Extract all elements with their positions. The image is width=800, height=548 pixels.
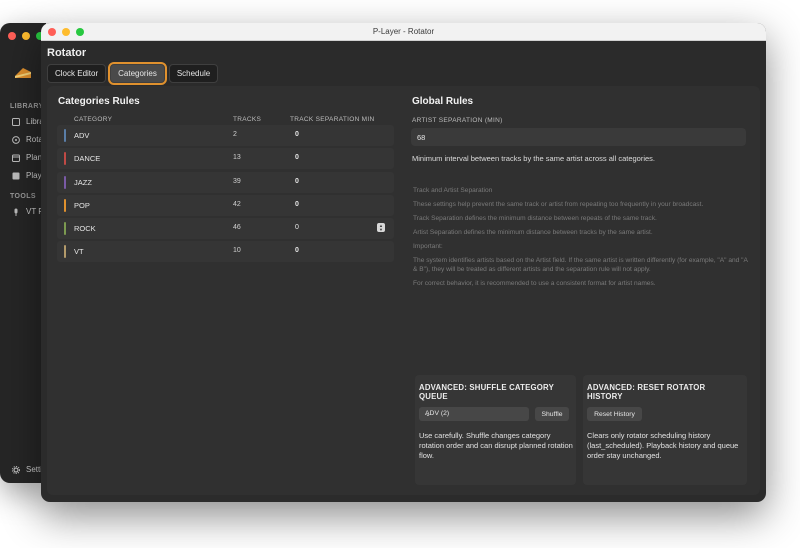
category-name: DANCE — [74, 154, 101, 164]
title-bar: P-Layer - Rotator — [41, 23, 766, 41]
tab-schedule[interactable]: Schedule — [168, 64, 219, 83]
sidebar-item-library[interactable]: Libra — [12, 117, 44, 126]
app-logo-icon — [15, 68, 31, 78]
separation-input[interactable]: 0 — [295, 131, 299, 138]
shuffle-card-title: ADVANCED: SHUFFLE CATEGORY QUEUE — [419, 383, 554, 401]
gear-icon — [12, 465, 20, 474]
category-color-bar — [64, 129, 66, 142]
info-heading: Track and Artist Separation — [413, 187, 493, 194]
reset-card: ADVANCED: RESET ROTATOR HISTORY Reset Hi… — [583, 375, 747, 485]
info-paragraph: Track Separation defines the minimum dis… — [413, 215, 657, 223]
column-header-tracks: TRACKS — [233, 116, 262, 123]
category-row-adv[interactable]: ADV 2 0 — [57, 125, 394, 146]
sidebar-item-label: Plan — [26, 153, 43, 162]
planner-icon — [12, 154, 20, 162]
info-paragraph: The system identifies artists based on t… — [413, 257, 748, 274]
tab-bar: Clock Editor Categories Schedule — [47, 62, 219, 85]
global-rules-title: Global Rules — [412, 96, 474, 107]
library-icon — [12, 117, 20, 126]
separation-input[interactable]: 0 — [295, 178, 299, 185]
shuffle-card: ADVANCED: SHUFFLE CATEGORY QUEUE ADV (2)… — [415, 375, 576, 485]
category-color-bar — [64, 245, 66, 259]
minimize-button[interactable] — [22, 32, 30, 40]
sidebar-item-rotator[interactable]: Rota — [12, 135, 43, 144]
artist-separation-value: 68 — [417, 133, 426, 142]
reset-history-button[interactable]: Reset History — [587, 407, 642, 421]
page-title: Rotator — [47, 47, 87, 59]
category-row-dance[interactable]: DANCE 13 0 — [57, 148, 394, 170]
shuffle-card-text: Use carefully. Shuffle changes category … — [419, 431, 573, 460]
info-important: Important: — [413, 243, 443, 251]
sidebar-item-label: Setti — [26, 465, 43, 474]
separation-input[interactable]: 0 — [295, 154, 299, 161]
sidebar-item-vt[interactable]: VT R — [12, 207, 44, 216]
category-color-bar — [64, 175, 66, 189]
category-name: ADV — [74, 131, 90, 140]
category-row-vt[interactable]: VT 10 0 — [57, 241, 394, 263]
category-tracks: 10 — [233, 247, 241, 255]
rotator-window: P-Layer - Rotator Rotator Clock Editor C… — [41, 23, 766, 502]
category-tracks: 46 — [233, 224, 241, 232]
artist-separation-input[interactable]: 68 — [411, 128, 746, 146]
category-row-rock[interactable]: ROCK 46 0 ▲ ▼ — [57, 218, 394, 240]
artist-separation-description: Minimum interval between tracks by the s… — [412, 154, 656, 163]
category-row-jazz[interactable]: JAZZ 39 0 — [57, 171, 394, 193]
category-color-bar — [64, 198, 66, 212]
sidebar-item-playlist[interactable]: Play — [12, 171, 42, 180]
rotator-icon — [12, 135, 20, 144]
sidebar-item-planner[interactable]: Plan — [12, 153, 42, 162]
sidebar-section-tools: TOOLS — [10, 193, 36, 200]
categories-list: ADV 2 0 DANCE 13 0 JAZZ 39 0 POP 42 0 RO… — [57, 125, 394, 265]
info-paragraph: Artist Separation defines the minimum di… — [413, 229, 653, 237]
content-panel: Categories Rules CATEGORY TRACKS TRACK S… — [47, 86, 760, 495]
separation-input[interactable]: 0 — [295, 201, 299, 208]
separation-stepper[interactable]: ▲ ▼ — [377, 223, 385, 233]
column-header-category: CATEGORY — [74, 116, 113, 123]
category-tracks: 2 — [233, 131, 237, 138]
tab-clock-editor[interactable]: Clock Editor — [47, 64, 107, 83]
tab-categories[interactable]: Categories — [108, 62, 167, 85]
separation-input[interactable]: 0 — [295, 247, 299, 254]
artist-separation-label: ARTIST SEPARATION (MIN) — [412, 117, 503, 124]
category-name: VT — [74, 247, 84, 257]
info-paragraph: These settings help prevent the same tra… — [413, 201, 704, 209]
background-window: LIBRARY Libra Rota Plan Play TOOLS VT R … — [0, 23, 46, 483]
reset-card-text: Clears only rotator scheduling history (… — [587, 431, 739, 460]
info-paragraph: For correct behavior, it is recommended … — [413, 280, 656, 288]
categories-title: Categories Rules — [58, 96, 140, 107]
category-name: ROCK — [74, 224, 96, 234]
separation-input[interactable]: 0 — [295, 224, 299, 231]
category-name: POP — [74, 200, 90, 210]
shuffle-category-select[interactable]: ADV (2) ⌄ — [419, 407, 529, 421]
window-title: P-Layer - Rotator — [372, 27, 435, 36]
playlist-icon — [12, 172, 20, 180]
chevron-down-icon[interactable]: ▼ — [379, 227, 383, 232]
category-row-pop[interactable]: POP 42 0 — [57, 194, 394, 216]
column-header-separation: TRACK SEPARATION MIN — [290, 116, 375, 123]
chevron-down-icon: ⌄ — [425, 411, 431, 418]
sidebar-item-settings[interactable]: Setti — [12, 465, 42, 474]
category-name: JAZZ — [74, 177, 92, 187]
sidebar-section-library: LIBRARY — [10, 103, 44, 110]
separation-info: Track and Artist Separation These settin… — [413, 187, 753, 294]
sidebar-item-label: Play — [26, 171, 42, 180]
shuffle-button[interactable]: Shuffle — [535, 407, 569, 421]
category-tracks: 42 — [233, 200, 241, 208]
category-tracks: 39 — [233, 177, 241, 185]
reset-card-title: ADVANCED: RESET ROTATOR HISTORY — [587, 383, 706, 401]
category-color-bar — [64, 152, 66, 166]
category-tracks: 13 — [233, 154, 241, 162]
close-button[interactable] — [8, 32, 16, 40]
category-color-bar — [64, 222, 66, 236]
microphone-icon — [12, 208, 20, 216]
back-window-controls — [8, 32, 44, 40]
